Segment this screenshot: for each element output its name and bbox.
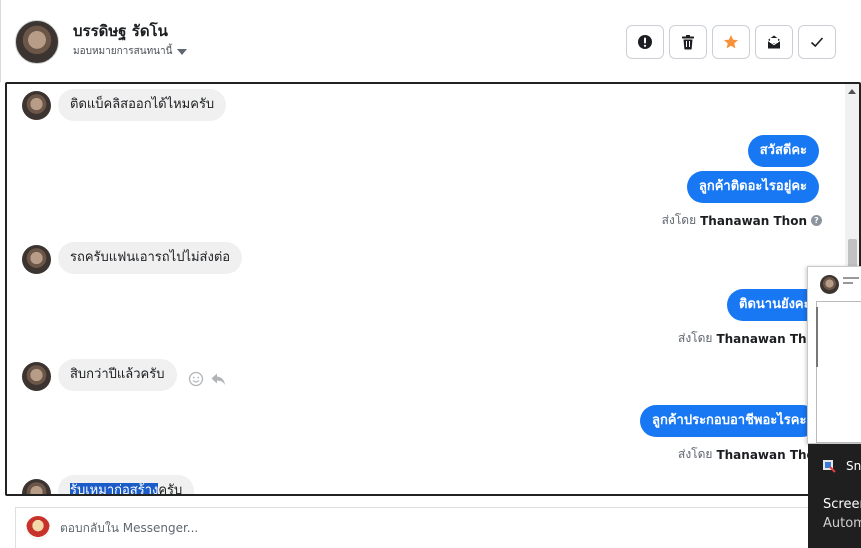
- sent-by-label: ส่งโดย Thanawan Thon ?: [662, 211, 822, 230]
- snipping-tool-icon: [823, 460, 836, 473]
- smiley-icon[interactable]: [188, 371, 204, 387]
- selected-text: รับเหมาก่อสร้าง: [70, 483, 159, 496]
- outgoing-message[interactable]: ลูกค้าติดอะไรอยู่คะ: [686, 171, 819, 203]
- contact-avatar[interactable]: [15, 20, 59, 64]
- caret-down-icon: [177, 48, 188, 55]
- sender-name[interactable]: Thanawan Thon: [700, 214, 807, 228]
- toast-app-name: Sn: [846, 459, 861, 473]
- mark-done-button[interactable]: [798, 25, 836, 59]
- star-button[interactable]: [712, 25, 750, 59]
- messenger-inbox: บรรดิษฐ รัดโน มอบหมายการสนทนานี้ ติดแบ็ค…: [0, 0, 861, 548]
- message-text: ครับ: [158, 483, 183, 496]
- sent-by-label: ส่งโดย Thanawan Thon: [678, 329, 823, 348]
- floating-preview-window[interactable]: [807, 266, 861, 444]
- toast-title: Screen: [823, 497, 861, 512]
- notification-toast[interactable]: Sn Screen Autom: [808, 444, 861, 548]
- page-avatar: [26, 516, 50, 540]
- preview-text-lines: [843, 277, 859, 287]
- preview-avatar: [820, 275, 839, 294]
- reply-composer: [15, 507, 815, 548]
- help-icon[interactable]: ?: [811, 215, 822, 226]
- preview-caret: [816, 307, 818, 367]
- delete-button[interactable]: [669, 25, 707, 59]
- sent-by-prefix: ส่งโดย: [678, 447, 713, 461]
- alert-icon: [638, 35, 652, 49]
- scroll-up-arrow-icon[interactable]: [848, 89, 856, 94]
- message-tools: [188, 371, 226, 387]
- sent-by-prefix: ส่งโดย: [661, 213, 697, 227]
- contact-avatar-small: [22, 479, 51, 494]
- check-icon: [810, 37, 824, 48]
- mark-unread-icon: [767, 35, 781, 49]
- toast-subtitle: Autom: [823, 516, 861, 531]
- sent-by-label: ส่งโดย Thanawan Thon: [678, 445, 823, 464]
- conversation-actions: [626, 25, 836, 59]
- sent-by-prefix: ส่งโดย: [678, 331, 713, 345]
- assign-label: มอบหมายการสนทนานี้: [73, 46, 173, 57]
- mark-unread-button[interactable]: [755, 25, 793, 59]
- incoming-message[interactable]: รถครับแฟนเอารถไปไม่ส่งต่อ: [58, 242, 243, 274]
- message-thread[interactable]: ติดแบ็คลิสออกได้ไหมครับ สวัสดีคะ ลูกค้าต…: [5, 82, 861, 496]
- reply-input[interactable]: [60, 521, 760, 535]
- star-icon: [724, 35, 738, 49]
- trash-icon: [682, 35, 694, 50]
- contact-avatar-small: [22, 245, 51, 274]
- contact-name[interactable]: บรรดิษฐ รัดโน: [73, 19, 168, 43]
- incoming-message[interactable]: สิบกว่าปีแล้วครับ: [58, 359, 177, 391]
- outgoing-message[interactable]: สวัสดีคะ: [747, 135, 819, 167]
- incoming-message[interactable]: รับเหมาก่อสร้างครับ: [58, 475, 195, 496]
- preview-body: [816, 301, 861, 443]
- incoming-message[interactable]: ติดแบ็คลิสออกได้ไหมครับ: [58, 89, 227, 121]
- assign-conversation-dropdown[interactable]: มอบหมายการสนทนานี้: [73, 44, 188, 59]
- panel-divider: [0, 0, 6, 82]
- conversation-header: บรรดิษฐ รัดโน มอบหมายการสนทนานี้: [0, 0, 861, 82]
- contact-avatar-small: [22, 91, 51, 120]
- outgoing-message[interactable]: ลูกค้าประกอบอาชีพอะไรคะ: [640, 405, 819, 437]
- contact-avatar-small: [22, 362, 51, 391]
- reply-icon[interactable]: [210, 371, 226, 387]
- mark-spam-button[interactable]: [626, 25, 664, 59]
